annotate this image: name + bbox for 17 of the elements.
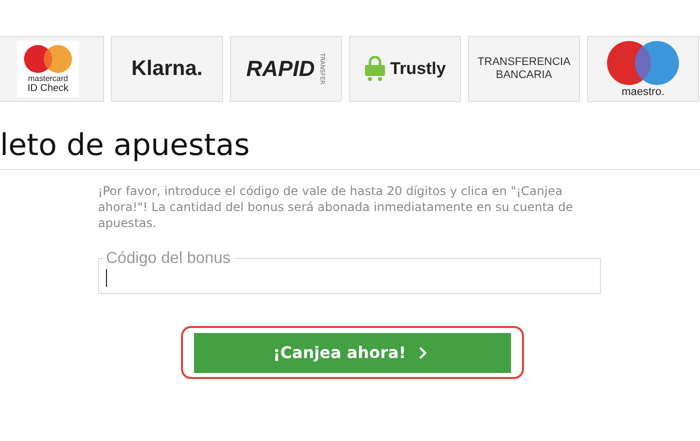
logo-text: BANCARIA xyxy=(494,69,554,82)
rapid-logo: RAPID xyxy=(246,56,315,82)
logo-text: mastercard xyxy=(28,74,68,83)
trustly-logo: Trustly xyxy=(390,59,446,79)
shopping-basket-icon xyxy=(364,56,386,82)
bonus-code-field[interactable]: Código del bonus xyxy=(98,250,601,294)
text-cursor xyxy=(106,269,107,287)
instructions-text: ¡Por favor, introduce el código de vale de hasta 20 dígitos y clica en "¡Canjea ahora!"! La cantidad del bonus será abonada inmediatamente en su cuenta de apuestas. xyxy=(98,183,574,231)
klarna-logo: Klarna. xyxy=(131,56,203,82)
overlapping-circles-icon xyxy=(606,40,680,86)
maestro-logo: maestro. xyxy=(622,86,664,98)
page-heading: leto de apuestas xyxy=(0,128,700,170)
redeem-button[interactable]: ¡Canjea ahora! xyxy=(194,332,511,372)
field-label: Código del bonus xyxy=(105,250,232,267)
logo-text: ID Check xyxy=(27,82,69,94)
overlapping-circles-icon xyxy=(23,44,73,74)
logo-text: TRANSFERENCIA xyxy=(478,56,570,69)
